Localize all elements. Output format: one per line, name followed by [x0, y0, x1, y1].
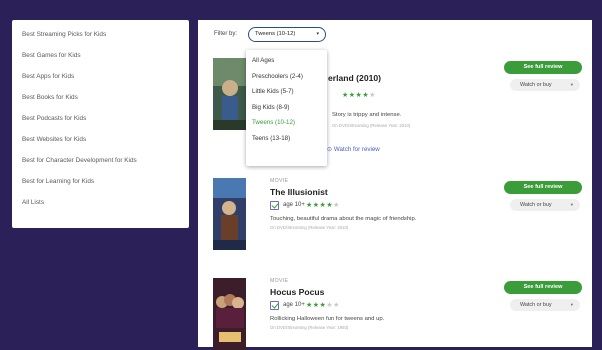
- card-3-release: On DVD/Streaming (Release Year: 1993): [270, 325, 349, 330]
- sidebar-item-character-development[interactable]: Best for Character Development for Kids: [22, 154, 189, 175]
- poster-hocus-pocus[interactable]: [213, 278, 246, 350]
- play-circle-icon: ⊙: [327, 146, 333, 153]
- lists-sidebar: Best Streaming Picks for Kids Best Games…: [12, 20, 189, 228]
- page-background: Best Streaming Picks for Kids Best Games…: [0, 0, 602, 350]
- filter-option-little-kids[interactable]: Little Kids (5-7): [252, 86, 327, 102]
- sidebar-item-all-lists[interactable]: All Lists: [22, 196, 189, 217]
- sidebar-item-books[interactable]: Best Books for Kids: [22, 91, 189, 112]
- card-3-description: Rollicking Halloween fun for tweens and …: [270, 316, 385, 322]
- sidebar-item-apps[interactable]: Best Apps for Kids: [22, 70, 189, 91]
- card-2-rating: ★★★★★: [306, 202, 340, 209]
- filter-option-big-kids[interactable]: Big Kids (8-9): [252, 102, 327, 118]
- card-2-meta: MOVIE The Illusionist age 10+ ★★★★★ Touc…: [270, 178, 490, 230]
- chevron-down-icon: ▾: [316, 31, 319, 37]
- chevron-down-icon: ▾: [570, 302, 573, 307]
- card-2-age: age 10+: [283, 202, 305, 208]
- chevron-down-icon: ▾: [570, 202, 573, 207]
- card-1-rating: ★★★★★: [342, 92, 376, 99]
- card-1-description: Story is trippy and intense.: [332, 112, 402, 118]
- see-full-review-button-3[interactable]: See full review: [504, 281, 582, 294]
- watch-for-review-link[interactable]: ⊙ Watch for review: [327, 146, 380, 153]
- card-2-type: MOVIE: [270, 178, 289, 184]
- card-2-description: Touching, beautiful drama about the magi…: [270, 216, 417, 222]
- poster-alice-in-wonderland[interactable]: [213, 58, 246, 130]
- filter-selected-value: Tweens (10-12): [255, 31, 296, 37]
- check-box-icon: [270, 201, 279, 210]
- card-2-age-row: age 10+ ★★★★★: [270, 201, 490, 213]
- sidebar-item-streaming[interactable]: Best Streaming Picks for Kids: [22, 28, 189, 49]
- card-3-type: MOVIE: [270, 278, 289, 284]
- watch-or-buy-button-1[interactable]: Watch or buy ▾: [510, 79, 580, 91]
- see-full-review-button-1[interactable]: See full review: [504, 61, 582, 74]
- age-filter-select[interactable]: Tweens (10-12) ▾: [248, 27, 326, 42]
- watch-or-buy-label-2: Watch or buy: [520, 202, 552, 208]
- watch-or-buy-label-1: Watch or buy: [520, 82, 552, 88]
- see-full-review-button-2[interactable]: See full review: [504, 181, 582, 194]
- check-box-icon: [270, 301, 279, 310]
- card-3-meta: MOVIE Hocus Pocus age 10+ ★★★★★ Rollicki…: [270, 278, 490, 330]
- sidebar-item-websites[interactable]: Best Websites for Kids: [22, 133, 189, 154]
- card-3-age: age 10+: [283, 302, 305, 308]
- card-2-release: On DVD/Streaming (Release Year: 2010): [270, 225, 349, 230]
- sidebar-item-learning[interactable]: Best for Learning for Kids: [22, 175, 189, 196]
- filter-option-tweens[interactable]: Tweens (10-12): [252, 117, 327, 133]
- filter-label: Filter by:: [214, 31, 238, 37]
- filter-option-teens[interactable]: Teens (13-18): [252, 133, 327, 149]
- chevron-down-icon: ▾: [570, 82, 573, 87]
- age-filter-dropdown: All Ages Preschoolers (2-4) Little Kids …: [246, 50, 327, 166]
- sidebar-item-games[interactable]: Best Games for Kids: [22, 49, 189, 70]
- poster-the-illusionist[interactable]: [213, 178, 246, 250]
- card-1-release: On DVD/Streaming (Release Year: 2010): [332, 123, 411, 128]
- card-3-rating: ★★★★★: [306, 302, 340, 309]
- card-1-title-fragment[interactable]: erland (2010): [328, 73, 381, 83]
- watch-or-buy-button-2[interactable]: Watch or buy ▾: [510, 199, 580, 211]
- main-content: Filter by: Tweens (10-12) ▾ erland (2010…: [198, 20, 592, 350]
- watch-or-buy-label-3: Watch or buy: [520, 302, 552, 308]
- watch-or-buy-button-3[interactable]: Watch or buy ▾: [510, 299, 580, 311]
- filter-option-all-ages[interactable]: All Ages: [252, 55, 327, 71]
- card-2-title[interactable]: The Illusionist: [270, 187, 490, 197]
- filter-option-preschoolers[interactable]: Preschoolers (2-4): [252, 71, 327, 87]
- card-3-age-row: age 10+ ★★★★★: [270, 301, 490, 313]
- sidebar-item-podcasts[interactable]: Best Podcasts for Kids: [22, 112, 189, 133]
- card-3-title[interactable]: Hocus Pocus: [270, 287, 490, 297]
- watch-for-review-label: Watch for review: [333, 146, 380, 153]
